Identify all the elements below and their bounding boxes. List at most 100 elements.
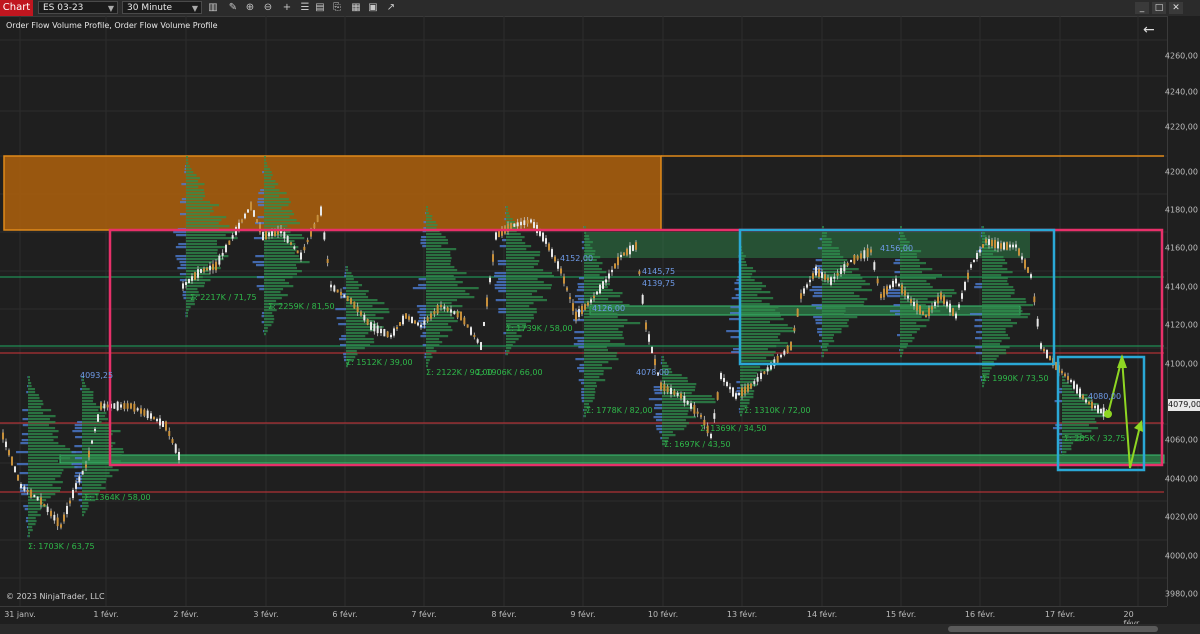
profile-bar [82,469,119,472]
candle-body [776,355,779,363]
scrollbar-thumb[interactable] [948,626,1158,632]
profile-bar-blue [974,286,982,289]
candle-body [931,306,933,310]
candle-body [63,514,65,522]
chart-tab[interactable]: Chart [0,0,33,16]
candle-body [790,341,792,351]
profile-sum-label: Σ: 2217K / 71,75 [190,293,257,302]
profile-bar [264,261,310,264]
instrument-selector[interactable]: ES 03-23 ▼ [38,1,118,14]
profile-bar-blue [22,424,28,427]
profile-bar-blue [1059,445,1062,448]
profile-bar-blue [815,319,822,322]
profile-bar [740,306,779,309]
time-axis[interactable]: 31 janv. 1 févr. 2 févr. 3 févr. 6 févr.… [0,606,1167,628]
profile-bar [822,331,842,334]
snapshot-icon[interactable]: ▣ [366,1,380,15]
time-tick: 2 févr. [173,610,199,619]
profile-bar [506,212,509,215]
profile-bar-blue [820,346,822,349]
magnify-plus-icon[interactable]: ⊕ [243,1,257,15]
candle-body [666,386,669,393]
bar-chart-icon[interactable]: ▥ [206,1,220,15]
crosshair-icon[interactable]: + [280,1,294,15]
profile-bar [662,395,712,398]
candle-body [78,476,81,483]
candle-body [1076,384,1078,394]
profile-bar [264,270,302,273]
profile-bar [426,314,453,317]
data-box-icon[interactable]: ▦ [349,1,363,15]
profile-bar-blue [344,275,346,278]
pencil-icon[interactable]: ✎ [226,1,240,15]
template-icon[interactable]: ⎘ [330,1,344,15]
time-tick: 10 févr. [647,610,679,619]
candle-body [913,301,915,307]
profile-bar [186,198,203,201]
profile-bar-blue [262,171,264,174]
profile-bar [584,271,607,274]
horizontal-scrollbar[interactable] [0,624,1200,634]
candle-body [81,470,84,475]
candle-body [563,276,565,284]
share-icon[interactable]: ↗ [384,1,398,15]
candle-body [958,304,960,308]
profile-bar [28,415,56,418]
maximize-button[interactable]: □ [1152,2,1166,14]
profile-bar-blue [77,493,82,496]
candle-body [466,324,469,328]
profile-bar-blue [74,424,82,427]
timeframe-selector[interactable]: 30 Minute ▼ [122,1,202,14]
profile-bar [346,341,375,344]
profile-bar [900,349,904,352]
price-tick: 4220,00 [1164,122,1198,132]
profile-bar-blue [496,281,506,284]
profile-bar [506,314,534,317]
profile-bar [822,235,827,238]
profile-bar-blue [419,308,426,311]
profile-bar [1062,427,1099,430]
price-chart-canvas[interactable] [0,16,1167,606]
candle-body [732,387,734,397]
profile-bar-blue [729,318,740,321]
profile-bar [982,256,1004,259]
profile-bar [982,322,1017,325]
profile-bar [264,216,290,219]
profile-bar-blue [420,335,426,338]
profile-bar-blue [175,255,186,258]
profile-sum-label: Σ: 285K / 32,75 [1064,434,1126,443]
candle-body [937,296,939,304]
back-arrow-icon[interactable]: ← [1143,22,1155,38]
profile-bar [28,466,78,469]
profile-bar [82,436,110,439]
profile-bar [426,272,467,275]
candle-body [572,303,574,311]
profile-bar [264,222,300,225]
candle-body [660,382,662,390]
profile-bar [426,344,440,347]
price-axis[interactable]: 4260,00 4240,00 4220,00 4200,00 4180,00 … [1164,16,1200,606]
profile-bar [426,251,451,254]
profile-bar [822,325,849,328]
candle-body [590,299,592,303]
profile-bar [1062,430,1092,433]
close-button[interactable]: ✕ [1169,2,1183,14]
properties-icon[interactable]: ☰ [298,1,312,15]
profile-bar [264,330,268,333]
profile-bar [264,219,297,222]
candle-body [1015,244,1017,248]
candle-body [910,299,912,303]
profile-bar [900,274,943,277]
candle-body [143,409,146,416]
profile-bar [186,309,189,312]
strategy-icon[interactable]: ▤ [313,1,327,15]
profile-bar [584,397,595,400]
profile-bar [264,276,293,279]
candle-body [1085,399,1087,403]
profile-bar [506,344,513,347]
candle-body [53,514,56,521]
profile-bar [822,328,842,331]
instrument-value: ES 03-23 [43,3,84,13]
magnify-minus-icon[interactable]: ⊖ [261,1,275,15]
minimize-button[interactable]: _ [1135,2,1149,14]
